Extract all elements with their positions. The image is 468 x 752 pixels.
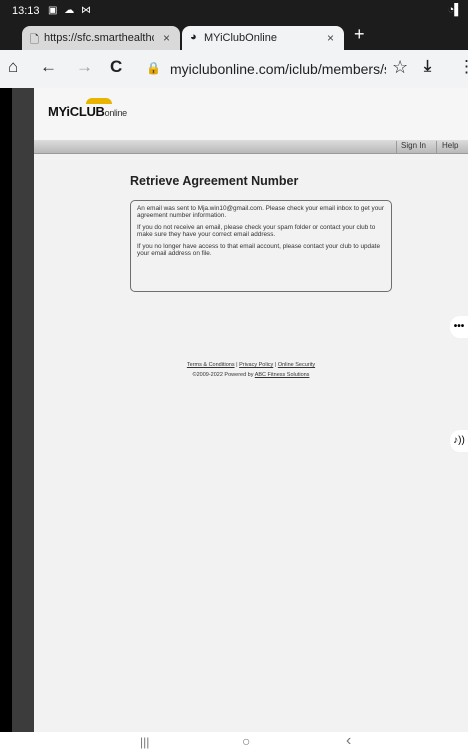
address-bar[interactable]: 🔒 myiclubonline.com/iclub/members/signin…	[144, 55, 456, 83]
home-icon[interactable]: ⌂	[8, 57, 18, 77]
nav-divider	[436, 141, 437, 153]
tab-label: MYiClubOnline	[204, 32, 277, 44]
logo-online: online	[104, 108, 128, 118]
bookmark-star-icon[interactable]: ☆	[392, 57, 408, 78]
tab-label: https://sfc.smarthealthclub	[44, 32, 154, 44]
audio-handle[interactable]: ♪))	[450, 430, 468, 452]
web-viewport: MYiCLUBonline Sign In Help Retrieve Agre…	[12, 88, 468, 732]
status-time: 13:13	[12, 5, 40, 17]
notice-text: An email was sent to Mja.win10@gmail.com…	[137, 205, 384, 220]
logo-iclub: iCLUB	[66, 104, 105, 119]
logo-my: MY	[48, 104, 67, 119]
lock-icon[interactable]: 🔒	[146, 61, 161, 75]
back-button-icon[interactable]: ‹	[346, 732, 351, 750]
page-icon: 🗋	[30, 34, 39, 46]
terms-link[interactable]: Terms & Conditions	[187, 362, 235, 368]
site-header: MYiCLUBonline	[34, 88, 468, 140]
site-nav: Sign In Help	[34, 140, 468, 154]
logo-swoosh	[86, 98, 112, 104]
copyright: ©2009-2022 Powered by ABC Fitness Soluti…	[34, 372, 468, 378]
screen: 13:13 ▣ ☁ ⋈ ◔▌ 🗋 https://sfc.smarthealth…	[0, 0, 468, 752]
help-link[interactable]: Help	[442, 141, 458, 150]
forward-icon[interactable]: →	[76, 57, 93, 77]
tab-strip: 🗋 https://sfc.smarthealthclub × ◕ MYiClu…	[0, 22, 468, 50]
recents-icon[interactable]: |||	[140, 735, 149, 749]
myiclub-logo[interactable]: MYiCLUBonline	[48, 98, 128, 119]
notification-icons: ▣ ☁ ⋈	[48, 5, 94, 16]
more-options-handle[interactable]: •••	[450, 316, 468, 338]
site-footer: Terms & Conditions | Privacy Policy | On…	[34, 362, 468, 378]
footer-separator: |	[236, 362, 238, 368]
copyright-text: ©2009-2022 Powered by	[192, 372, 254, 378]
nav-divider	[396, 141, 397, 153]
close-icon[interactable]: ×	[163, 31, 170, 45]
tab-myiclubonline[interactable]: ◕ MYiClubOnline ×	[182, 26, 344, 50]
download-icon[interactable]: ⤓	[424, 58, 431, 76]
status-bar: 13:13 ▣ ☁ ⋈ ◔▌	[0, 0, 468, 22]
footer-separator: |	[274, 362, 277, 368]
reload-icon[interactable]: C	[110, 57, 122, 77]
abc-fitness-link[interactable]: ABC Fitness Solutions	[255, 372, 310, 378]
close-icon[interactable]: ×	[327, 31, 334, 45]
url-text[interactable]: myiclubonline.com/iclub/members/signin	[170, 61, 386, 77]
page-column: MYiCLUBonline Sign In Help Retrieve Agre…	[34, 88, 468, 732]
tab-smarthealthclub[interactable]: 🗋 https://sfc.smarthealthclub ×	[22, 26, 180, 50]
new-tab-button[interactable]: +	[354, 24, 365, 45]
browser-toolbar: ⌂ ← → C 🔒 myiclubonline.com/iclub/member…	[0, 50, 468, 88]
home-button-icon[interactable]: ○	[242, 733, 250, 749]
page-title: Retrieve Agreement Number	[130, 174, 299, 188]
footer-links: Terms & Conditions | Privacy Policy | On…	[34, 362, 468, 368]
notice-text: If you no longer have access to that ema…	[137, 242, 380, 258]
security-link[interactable]: Online Security	[278, 362, 315, 368]
android-nav-bar: ||| ○ ‹	[0, 732, 468, 752]
privacy-link[interactable]: Privacy Policy	[239, 362, 273, 368]
favicon-icon: ◕	[190, 31, 197, 43]
sign-in-link[interactable]: Sign In	[401, 141, 426, 150]
email-sent-notice: An email was sent to Mja.win10@gmail.com…	[130, 200, 392, 292]
back-icon[interactable]: ←	[40, 57, 57, 77]
menu-icon[interactable]: ⋮	[458, 57, 468, 77]
notice-text: If you do not receive an email, please c…	[137, 223, 376, 239]
wifi-icon: ◔▌	[447, 4, 462, 16]
